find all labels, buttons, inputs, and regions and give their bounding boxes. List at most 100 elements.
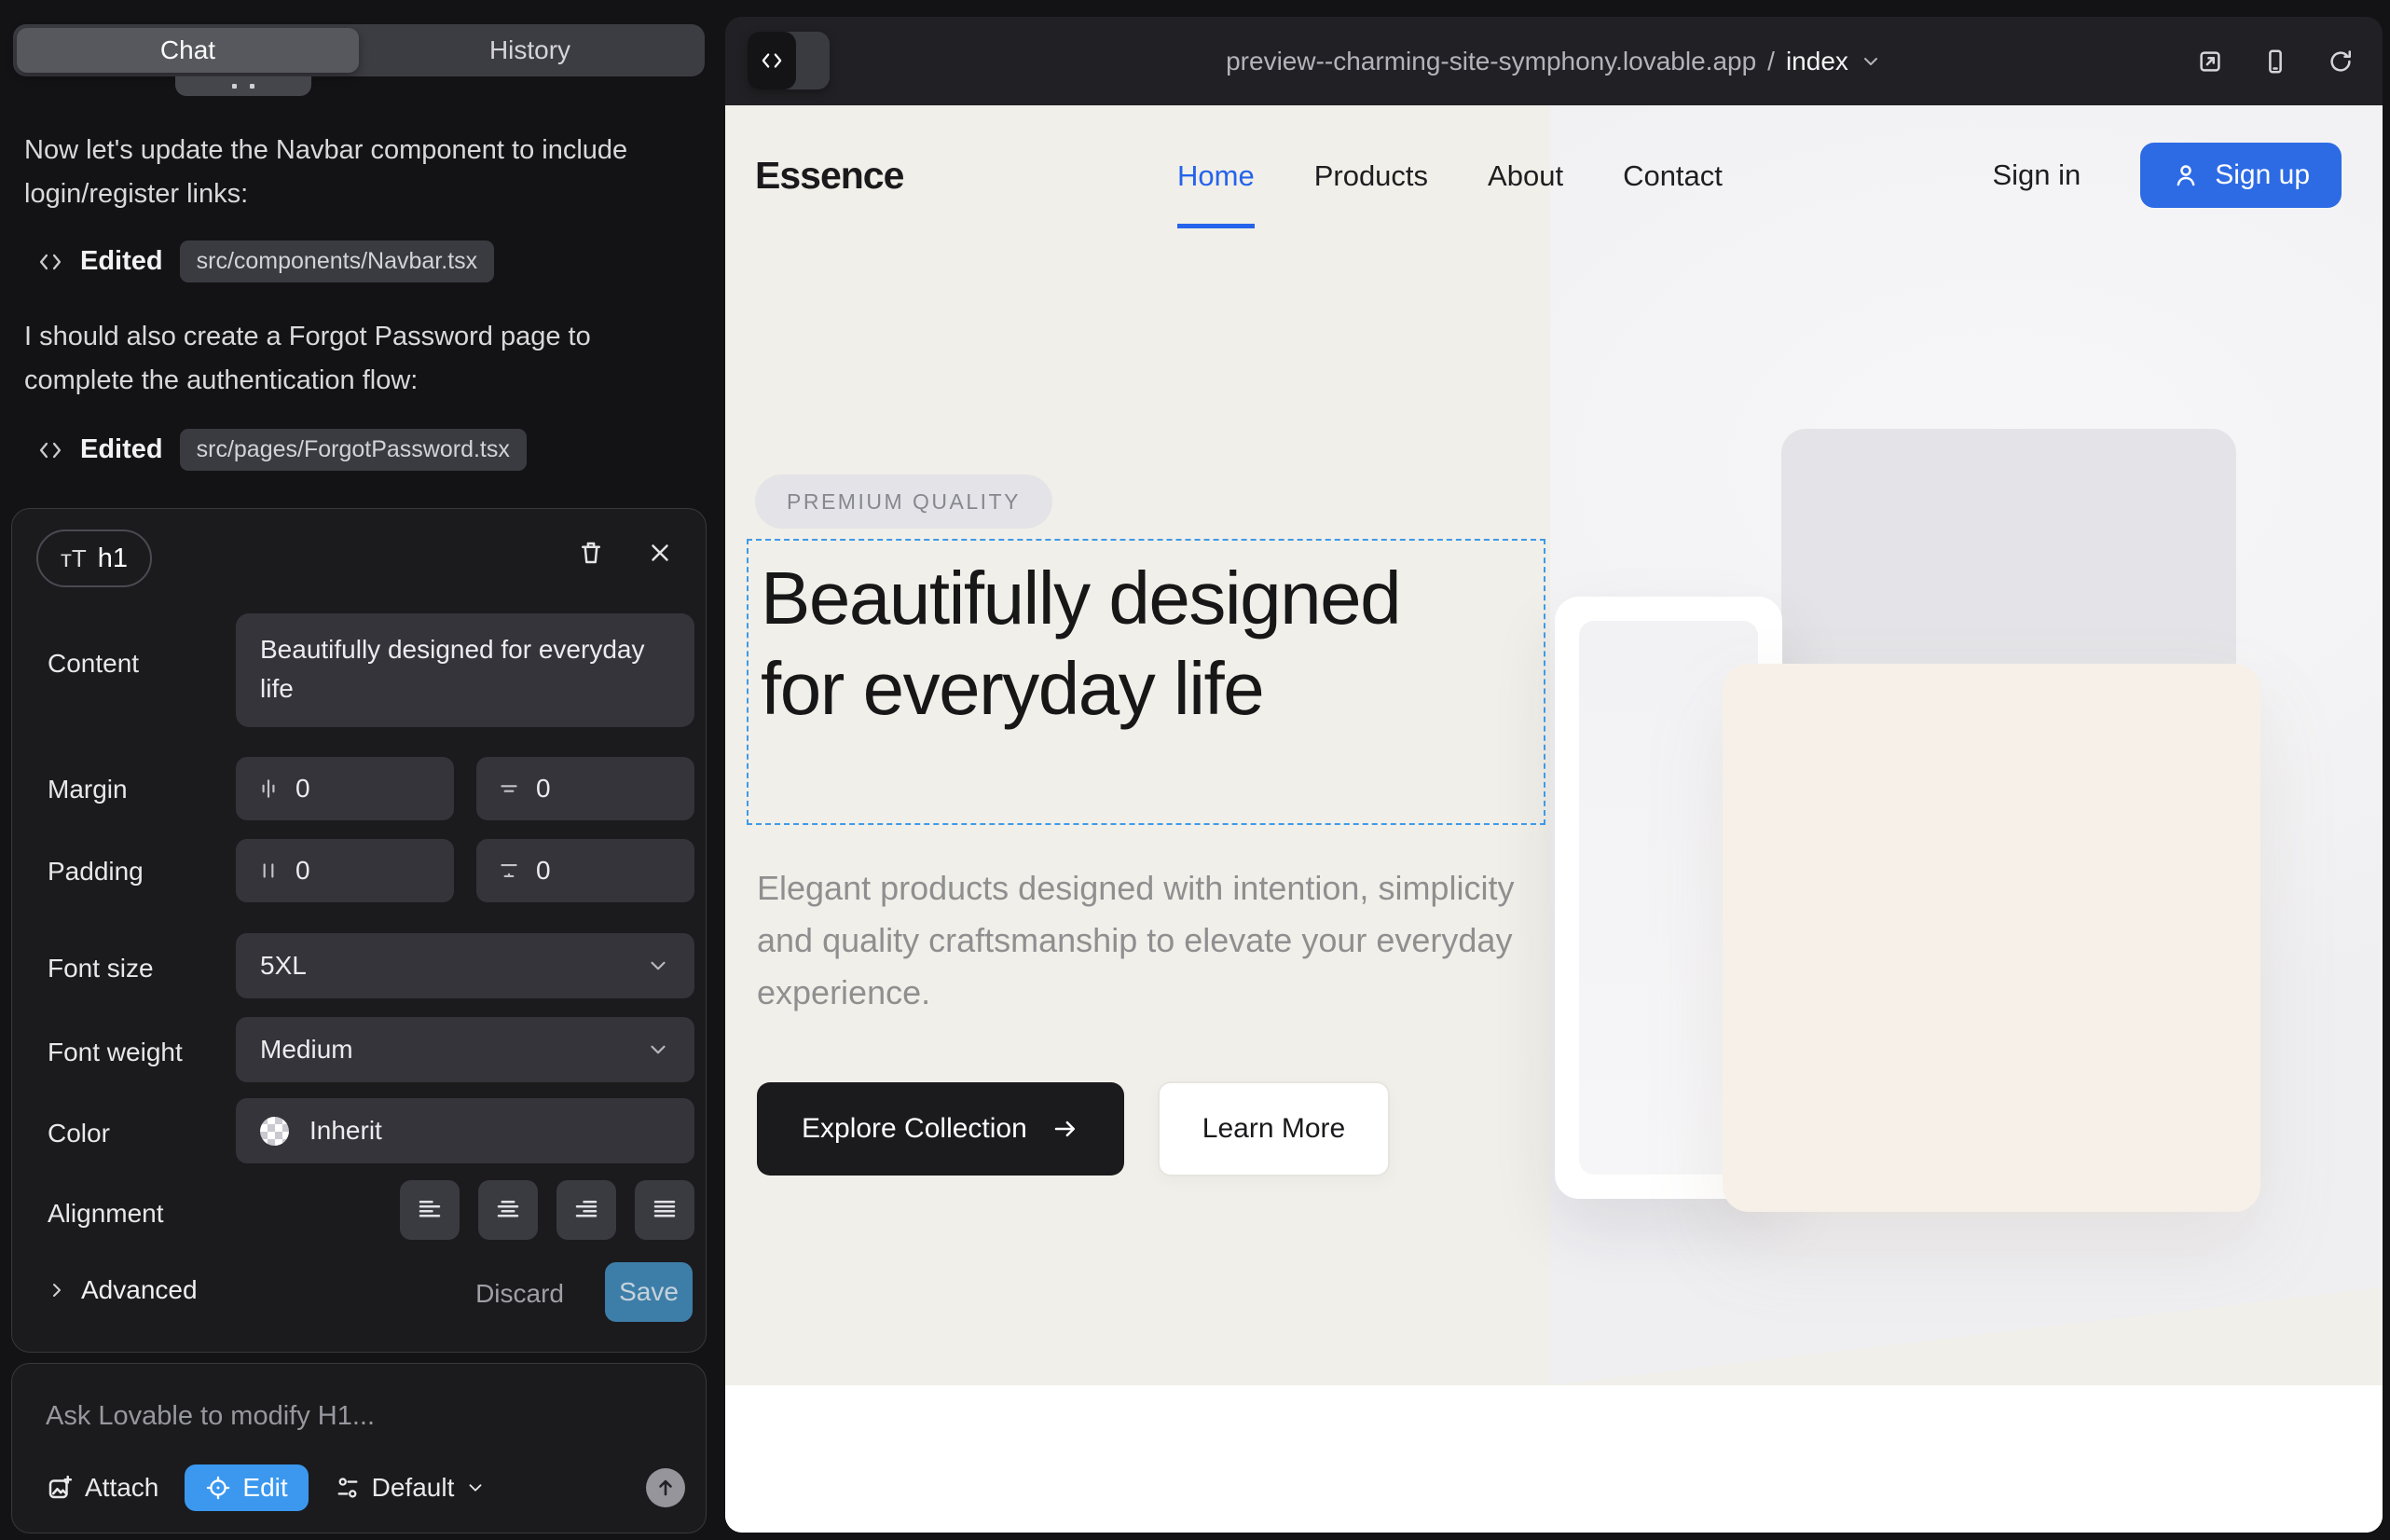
code-view-toggle[interactable] [748,32,830,89]
close-icon[interactable] [646,539,674,567]
explore-collection-label: Explore Collection [802,1113,1027,1145]
typography-icon: тT [61,544,87,573]
trash-icon[interactable] [577,539,605,567]
person-icon [2172,161,2200,189]
edited-label: Edited [80,246,163,277]
url-host: preview--charming-site-symphony.lovable.… [1226,47,1756,76]
code-icon [37,249,63,275]
url-bar[interactable]: preview--charming-site-symphony.lovable.… [725,17,2383,105]
chrome-actions [2196,17,2355,105]
refresh-icon[interactable] [2327,48,2355,76]
color-swatch [260,1117,289,1146]
margin-y-value: 0 [536,774,551,804]
send-button[interactable] [646,1468,685,1507]
chevron-down-icon [646,954,670,978]
url-page: index [1786,47,1848,76]
code-icon [760,48,784,73]
explore-collection-button[interactable]: Explore Collection [757,1082,1124,1176]
preview-window: preview--charming-site-symphony.lovable.… [725,17,2383,1533]
align-right-button[interactable] [556,1180,616,1240]
color-label: Color [48,1119,110,1148]
font-size-select[interactable]: 5XL [236,933,694,998]
site-navbar: Essence Home Products About Contact Sign… [725,105,2383,254]
content-input[interactable]: Beautifully designed for everyday life [236,613,694,727]
hero-heading[interactable]: Beautifully designed for everyday life [761,553,1413,734]
learn-more-button[interactable]: Learn More [1158,1081,1390,1176]
hero-paragraph: Elegant products designed with intention… [757,862,1545,1019]
open-external-icon[interactable] [2196,48,2224,76]
editor-footer: Advanced Discard Save [12,1262,706,1327]
color-value: Inherit [309,1116,670,1146]
clipped-chip [175,76,311,96]
margin-vertical-icon [497,777,521,801]
site-logo[interactable]: Essence [755,154,903,198]
chat-message: Now let's update the Navbar component to… [24,129,682,216]
sign-in-link[interactable]: Sign in [1992,158,2081,192]
file-chip[interactable]: src/pages/ForgotPassword.tsx [180,429,527,471]
align-right-icon [572,1196,600,1224]
nav-link-products[interactable]: Products [1314,159,1428,193]
sliders-icon [335,1475,361,1501]
target-icon [205,1475,231,1501]
mobile-view-icon[interactable] [2261,48,2289,76]
element-tag-chip[interactable]: тT h1 [36,529,152,587]
mode-label: Default [372,1473,455,1503]
nav-link-home[interactable]: Home [1177,159,1255,193]
align-left-button[interactable] [400,1180,460,1240]
prompt-input[interactable]: Ask Lovable to modify H1... [46,1401,375,1432]
discard-button[interactable]: Discard [475,1279,564,1309]
section-below-hero [725,1385,2383,1533]
sign-up-label: Sign up [2215,159,2310,191]
edit-mode-button[interactable]: Edit [185,1464,308,1511]
chevron-down-icon [1860,50,1882,73]
app-root: Chat History Now let's update the Navbar… [0,0,2390,1540]
content-label: Content [48,649,139,679]
site-nav-links: Home Products About Contact [1177,159,1723,193]
chat-sidebar: Chat History Now let's update the Navbar… [0,0,714,1540]
font-weight-value: Medium [260,1035,646,1065]
align-center-button[interactable] [478,1180,538,1240]
nav-link-contact[interactable]: Contact [1623,159,1723,193]
align-justify-icon [651,1196,679,1224]
arrow-up-icon [654,1477,677,1499]
premium-quality-badge: PREMIUM QUALITY [755,474,1052,529]
margin-x-value: 0 [295,774,310,804]
url-separator: / [1767,47,1775,76]
padding-x-input[interactable]: 0 [236,839,454,902]
edit-label: Edit [242,1473,287,1503]
margin-x-input[interactable]: 0 [236,757,454,820]
save-button[interactable]: Save [605,1262,693,1322]
attach-label: Attach [85,1473,158,1503]
align-center-icon [494,1196,522,1224]
prompt-box: Ask Lovable to modify H1... Attach Edit … [11,1363,707,1533]
advanced-toggle[interactable]: Advanced [46,1275,198,1305]
sign-up-button[interactable]: Sign up [2140,143,2342,208]
align-justify-button[interactable] [635,1180,694,1240]
margin-label: Margin [48,775,128,804]
arrow-right-icon [1051,1115,1079,1143]
padding-horizontal-icon [256,859,281,883]
margin-y-input[interactable]: 0 [476,757,694,820]
color-select[interactable]: Inherit [236,1098,694,1163]
preview-chrome: preview--charming-site-symphony.lovable.… [725,17,2383,105]
file-chip[interactable]: src/components/Navbar.tsx [180,241,495,282]
attach-button[interactable]: Attach [46,1473,158,1503]
decor-cream-card [1723,664,2260,1212]
code-icon [37,437,63,463]
chat-mode-select[interactable]: Default [335,1473,487,1503]
padding-vertical-icon [497,859,521,883]
site-viewport: Essence Home Products About Contact Sign… [725,105,2383,1533]
padding-y-input[interactable]: 0 [476,839,694,902]
tab-chat[interactable]: Chat [17,28,359,73]
prompt-toolbar: Attach Edit Default [46,1465,685,1510]
editor-header: тT h1 [12,509,706,598]
padding-y-value: 0 [536,856,551,886]
edited-file-row: Edited src/components/Navbar.tsx [37,241,494,282]
auth-zone: Sign in Sign up [1992,143,2342,208]
tab-history[interactable]: History [359,28,701,73]
font-weight-label: Font weight [48,1038,183,1067]
edited-file-row: Edited src/pages/ForgotPassword.tsx [37,429,527,471]
font-weight-select[interactable]: Medium [236,1017,694,1082]
nav-link-about[interactable]: About [1488,159,1563,193]
chevron-right-icon [46,1279,68,1301]
